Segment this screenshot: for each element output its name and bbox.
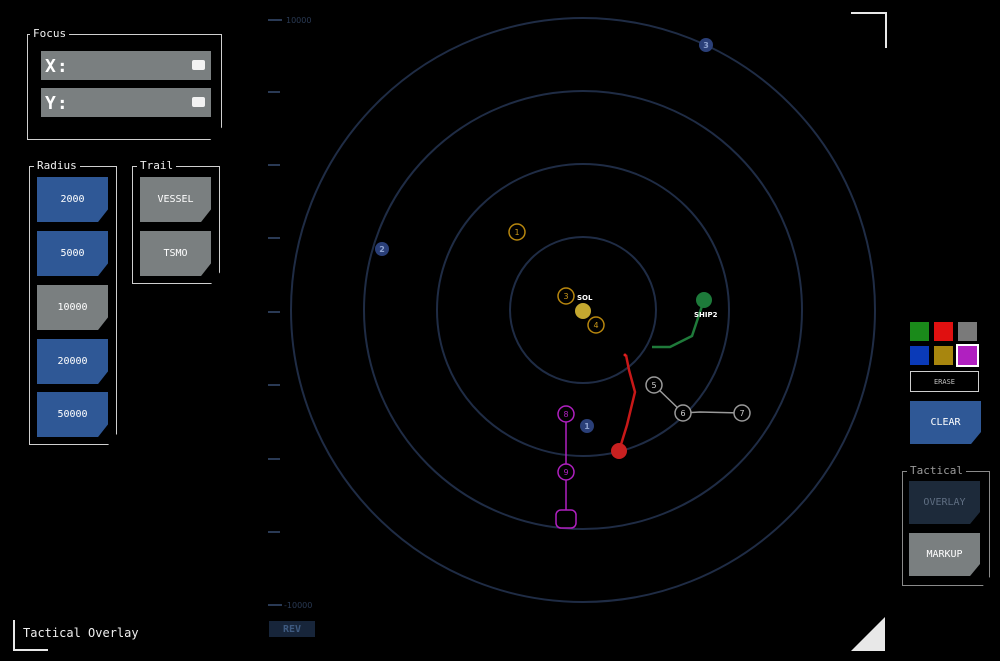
tactical-legend: Tactical	[907, 464, 966, 477]
color-swatch-red[interactable]	[934, 322, 953, 341]
gold-marker-4-label: 4	[593, 321, 598, 330]
ship2-marker[interactable]	[696, 292, 712, 308]
rev-button[interactable]: REV	[269, 621, 315, 637]
magenta-endpoint[interactable]	[555, 509, 577, 529]
gold-marker-1-label: 1	[514, 228, 519, 237]
magenta-waypoint-8-label: 8	[563, 410, 568, 419]
clear-button[interactable]: CLEAR	[910, 401, 981, 444]
color-swatch-green[interactable]	[910, 322, 929, 341]
footer-title: Tactical Overlay	[23, 626, 139, 640]
gray-waypoint-7-label: 7	[739, 409, 744, 418]
color-swatch-gray[interactable]	[958, 322, 977, 341]
gray-waypoint-6-label: 6	[680, 409, 685, 418]
ship2-trail	[652, 299, 706, 349]
blue-contact-2-label: 2	[379, 245, 385, 254]
overlay-button[interactable]: OVERLAY	[909, 481, 980, 524]
color-swatch-magenta[interactable]	[958, 346, 977, 365]
color-swatch-gold[interactable]	[934, 346, 953, 365]
vessel-trail-start	[623, 353, 627, 357]
vessel-marker[interactable]	[611, 443, 627, 459]
gray-waypoint-5-label: 5	[651, 381, 656, 390]
markup-button[interactable]: MARKUP	[909, 533, 980, 576]
blue-contact-1-label: 1	[584, 422, 590, 431]
tactical-map[interactable]: 10000 -10000 SHIP2 5 6 7 8 9 1 3 4 SOL 2…	[0, 0, 1000, 661]
blue-contact-3-label: 3	[703, 41, 709, 50]
sol-label: SOL	[577, 294, 593, 302]
sol-marker[interactable]	[575, 303, 591, 319]
ship2-label: SHIP2	[694, 311, 718, 319]
color-swatch-blue[interactable]	[910, 346, 929, 365]
scale-bottom-label: -10000	[284, 601, 312, 610]
magenta-waypoint-9-label: 9	[563, 468, 568, 477]
erase-button[interactable]: ERASE	[910, 371, 979, 392]
scale-top-label: 10000	[286, 16, 311, 25]
gold-marker-3-label: 3	[563, 292, 568, 301]
